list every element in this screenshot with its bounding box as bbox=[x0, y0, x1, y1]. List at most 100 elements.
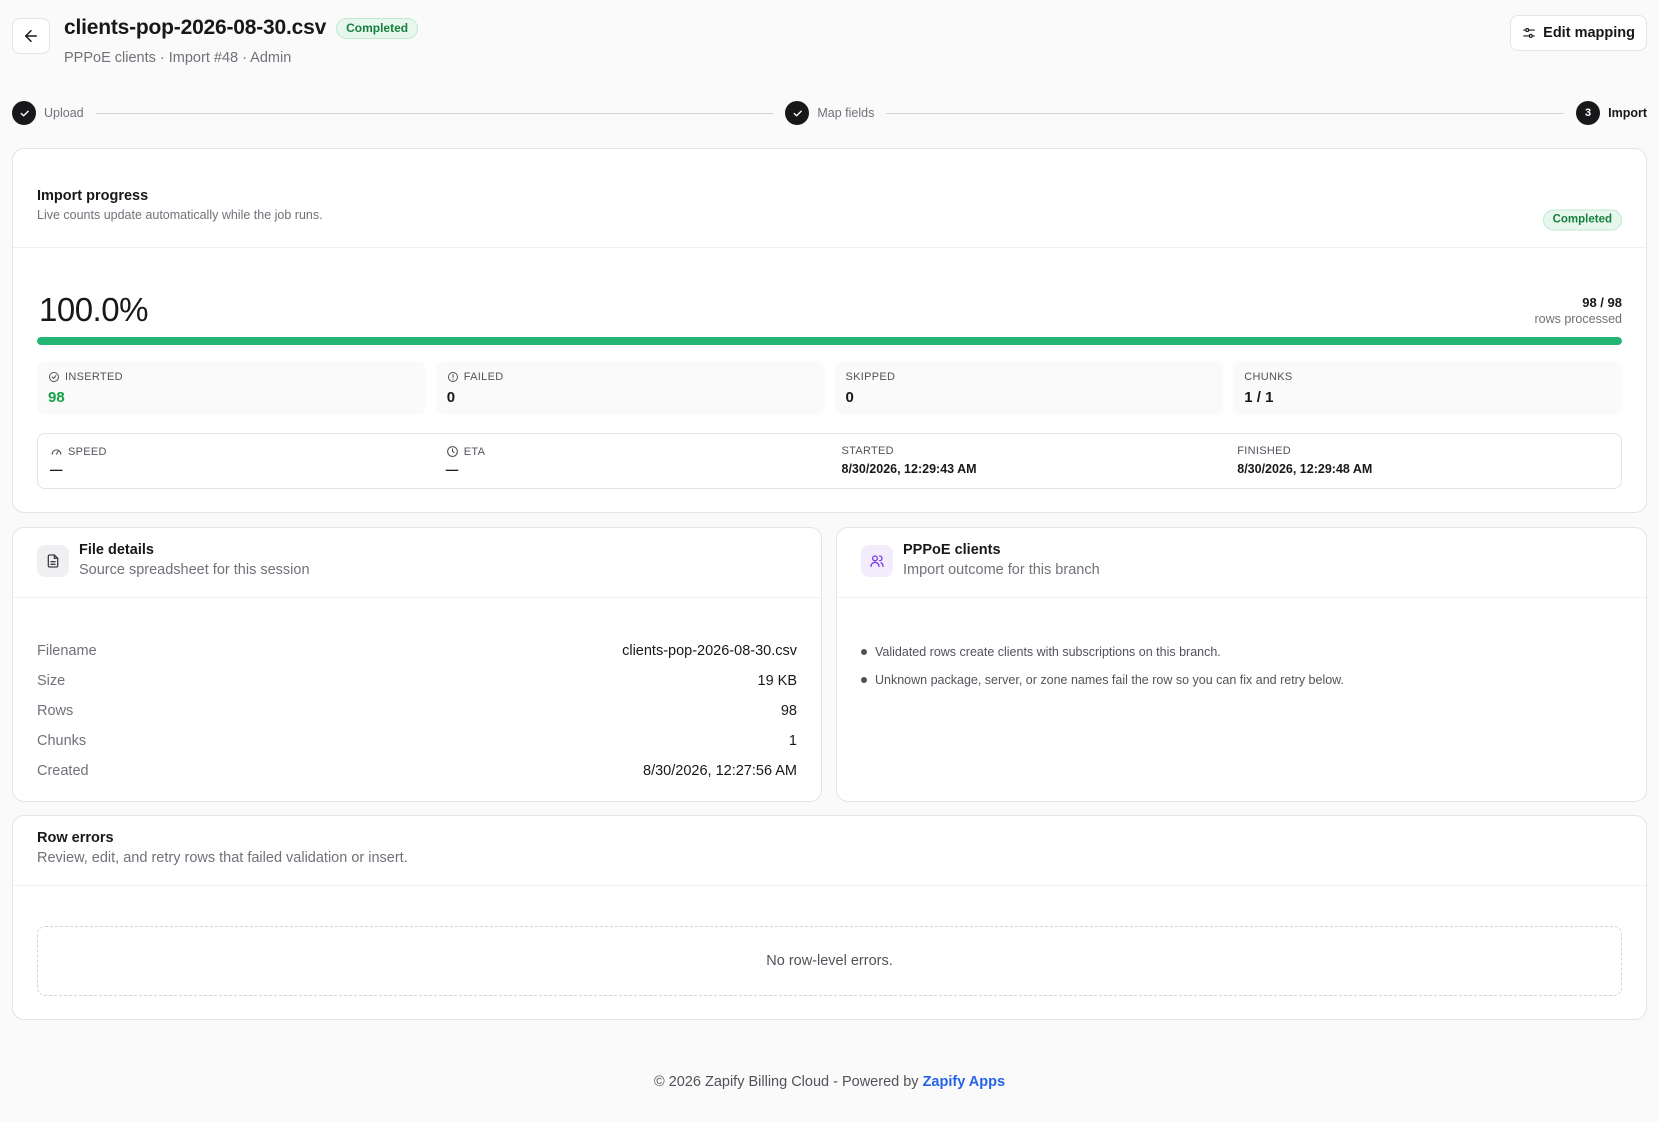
check-circle-icon bbox=[49, 372, 59, 382]
footer-text: © 2026 Zapify Billing Cloud - Powered by bbox=[653, 1074, 923, 1090]
detail-value: clients-pop-2026-08-30.csv bbox=[622, 643, 797, 659]
progress-card-header: Import progress Live counts update autom… bbox=[13, 173, 1646, 248]
status-badge: Completed bbox=[1542, 209, 1622, 231]
detail-key: Filename bbox=[37, 643, 97, 659]
timing-value: 8/30/2026, 12:29:48 AM bbox=[1237, 462, 1373, 476]
detail-value: 1 bbox=[788, 733, 797, 749]
rows-count-label: rows processed bbox=[1534, 312, 1622, 326]
card-description: Review, edit, and retry rows that failed… bbox=[37, 850, 408, 866]
back-button[interactable] bbox=[12, 18, 50, 54]
stat-skipped: SKIPPED 0 bbox=[834, 361, 1224, 415]
detail-value: 98 bbox=[780, 703, 797, 719]
detail-key: Chunks bbox=[37, 733, 87, 749]
list-item: Validated rows create clients with subsc… bbox=[861, 638, 1622, 666]
step-label: Import bbox=[1608, 106, 1647, 120]
detail-row: Created 8/30/2026, 12:27:56 AM bbox=[37, 756, 797, 786]
timing-label: ETA bbox=[463, 445, 486, 458]
detail-key: Rows bbox=[37, 703, 74, 719]
sliders-icon bbox=[1523, 28, 1535, 38]
arrow-left-icon bbox=[25, 30, 37, 42]
stat-chunks: CHUNKS 1 / 1 bbox=[1233, 361, 1622, 415]
check-icon bbox=[12, 101, 36, 125]
detail-key: Size bbox=[37, 673, 66, 689]
footer: © 2026 Zapify Billing Cloud - Powered by… bbox=[12, 1074, 1647, 1090]
progress-bar-fill bbox=[37, 337, 1622, 345]
import-stepper: Upload Map fields 3 Import bbox=[12, 100, 1647, 126]
edit-mapping-label: Edit mapping bbox=[1543, 25, 1635, 41]
timing-value: — bbox=[50, 463, 63, 477]
timing-value: 8/30/2026, 12:29:43 AM bbox=[841, 462, 977, 476]
users-icon bbox=[861, 545, 893, 577]
detail-value: 19 KB bbox=[757, 673, 798, 689]
rows-processed: 98 / 98 rows processed bbox=[1534, 295, 1622, 326]
stat-value: 0 bbox=[845, 389, 854, 406]
card-title: Import progress bbox=[37, 188, 149, 204]
status-badge: Completed bbox=[336, 17, 419, 39]
empty-state: No row-level errors. bbox=[37, 926, 1622, 996]
page-header: clients-pop-2026-08-30.csv Completed PPP… bbox=[12, 0, 1647, 74]
timing-started: STARTED 8/30/2026, 12:29:43 AM bbox=[830, 434, 1226, 488]
stat-value: 0 bbox=[446, 389, 456, 406]
step-connector bbox=[886, 112, 1565, 114]
row-errors-header: Row errors Review, edit, and retry rows … bbox=[13, 816, 1646, 886]
stat-value: 98 bbox=[48, 389, 65, 406]
detail-row: Rows 98 bbox=[37, 696, 797, 726]
step-connector bbox=[95, 112, 774, 114]
file-details-header: File details Source spreadsheet for this… bbox=[13, 528, 821, 598]
timing-label: FINISHED bbox=[1237, 445, 1291, 457]
card-title: Row errors bbox=[37, 830, 114, 846]
step-label: Map fields bbox=[817, 106, 875, 120]
page-title: clients-pop-2026-08-30.csv bbox=[64, 16, 327, 39]
detail-row: Chunks 1 bbox=[37, 726, 797, 756]
detail-value: 8/30/2026, 12:27:56 AM bbox=[643, 763, 797, 779]
step-number: 3 bbox=[1576, 101, 1601, 125]
stat-label: FAILED bbox=[463, 371, 504, 383]
card-description: Live counts update automatically while t… bbox=[37, 208, 323, 222]
timing-label: STARTED bbox=[841, 445, 894, 457]
step-label: Upload bbox=[44, 106, 84, 120]
card-title: PPPoE clients bbox=[903, 542, 1001, 558]
step-import[interactable]: 3 Import bbox=[1576, 101, 1647, 125]
page-subtitle: PPPoE clients · Import #48 · Admin bbox=[64, 50, 292, 66]
clock-icon bbox=[446, 446, 458, 457]
timing-eta: ETA — bbox=[434, 434, 830, 488]
stat-label: CHUNKS bbox=[1244, 371, 1293, 383]
edit-mapping-button[interactable]: Edit mapping bbox=[1510, 15, 1647, 51]
stat-label: SKIPPED bbox=[845, 371, 896, 383]
gauge-icon bbox=[51, 449, 62, 455]
step-map-fields[interactable]: Map fields bbox=[785, 101, 874, 125]
rows-count-value: 98 / 98 bbox=[1582, 295, 1622, 310]
stat-label: INSERTED bbox=[65, 371, 123, 383]
detail-key: Created bbox=[37, 763, 89, 779]
alert-circle-icon bbox=[447, 372, 458, 382]
stat-inserted: INSERTED 98 bbox=[37, 361, 426, 415]
progress-percent: 100.0% bbox=[39, 291, 148, 328]
detail-row: Filename clients-pop-2026-08-30.csv bbox=[37, 636, 797, 666]
card-description: Source spreadsheet for this session bbox=[79, 562, 310, 578]
timing-speed: SPEED — bbox=[38, 434, 434, 488]
stats-row: INSERTED 98 FAILED 0 SKIPPED 0 CHUNKS 1 … bbox=[37, 361, 1622, 415]
card-description: Import outcome for this branch bbox=[903, 562, 1100, 578]
file-details-list: Filename clients-pop-2026-08-30.csv Size… bbox=[37, 636, 797, 786]
pppoe-clients-header: PPPoE clients Import outcome for this br… bbox=[837, 528, 1646, 598]
list-item: Unknown package, server, or zone names f… bbox=[861, 666, 1622, 694]
card-title: File details bbox=[79, 542, 154, 558]
import-progress-card: Import progress Live counts update autom… bbox=[12, 148, 1647, 513]
timing-finished: FINISHED 8/30/2026, 12:29:48 AM bbox=[1225, 434, 1621, 488]
stat-failed: FAILED 0 bbox=[435, 361, 825, 415]
pppoe-clients-card: PPPoE clients Import outcome for this br… bbox=[836, 527, 1647, 802]
progress-bar bbox=[37, 337, 1622, 345]
row-errors-card: Row errors Review, edit, and retry rows … bbox=[12, 815, 1647, 1020]
file-details-card: File details Source spreadsheet for this… bbox=[12, 527, 822, 802]
timing-label: SPEED bbox=[68, 445, 107, 458]
timing-row: SPEED — ETA — STARTED 8/30/2026, 12:29:4… bbox=[37, 433, 1622, 489]
stat-value: 1 / 1 bbox=[1244, 389, 1274, 406]
timing-value: — bbox=[445, 463, 459, 477]
footer-link[interactable]: Zapify Apps bbox=[923, 1074, 1005, 1090]
detail-row: Size 19 KB bbox=[37, 666, 797, 696]
check-icon bbox=[785, 101, 810, 125]
step-upload[interactable]: Upload bbox=[12, 101, 84, 125]
outcome-bullets: Validated rows create clients with subsc… bbox=[861, 638, 1622, 694]
import-detail-page: clients-pop-2026-08-30.csv Completed PPP… bbox=[12, 0, 1647, 1090]
file-spreadsheet-icon bbox=[37, 545, 69, 577]
